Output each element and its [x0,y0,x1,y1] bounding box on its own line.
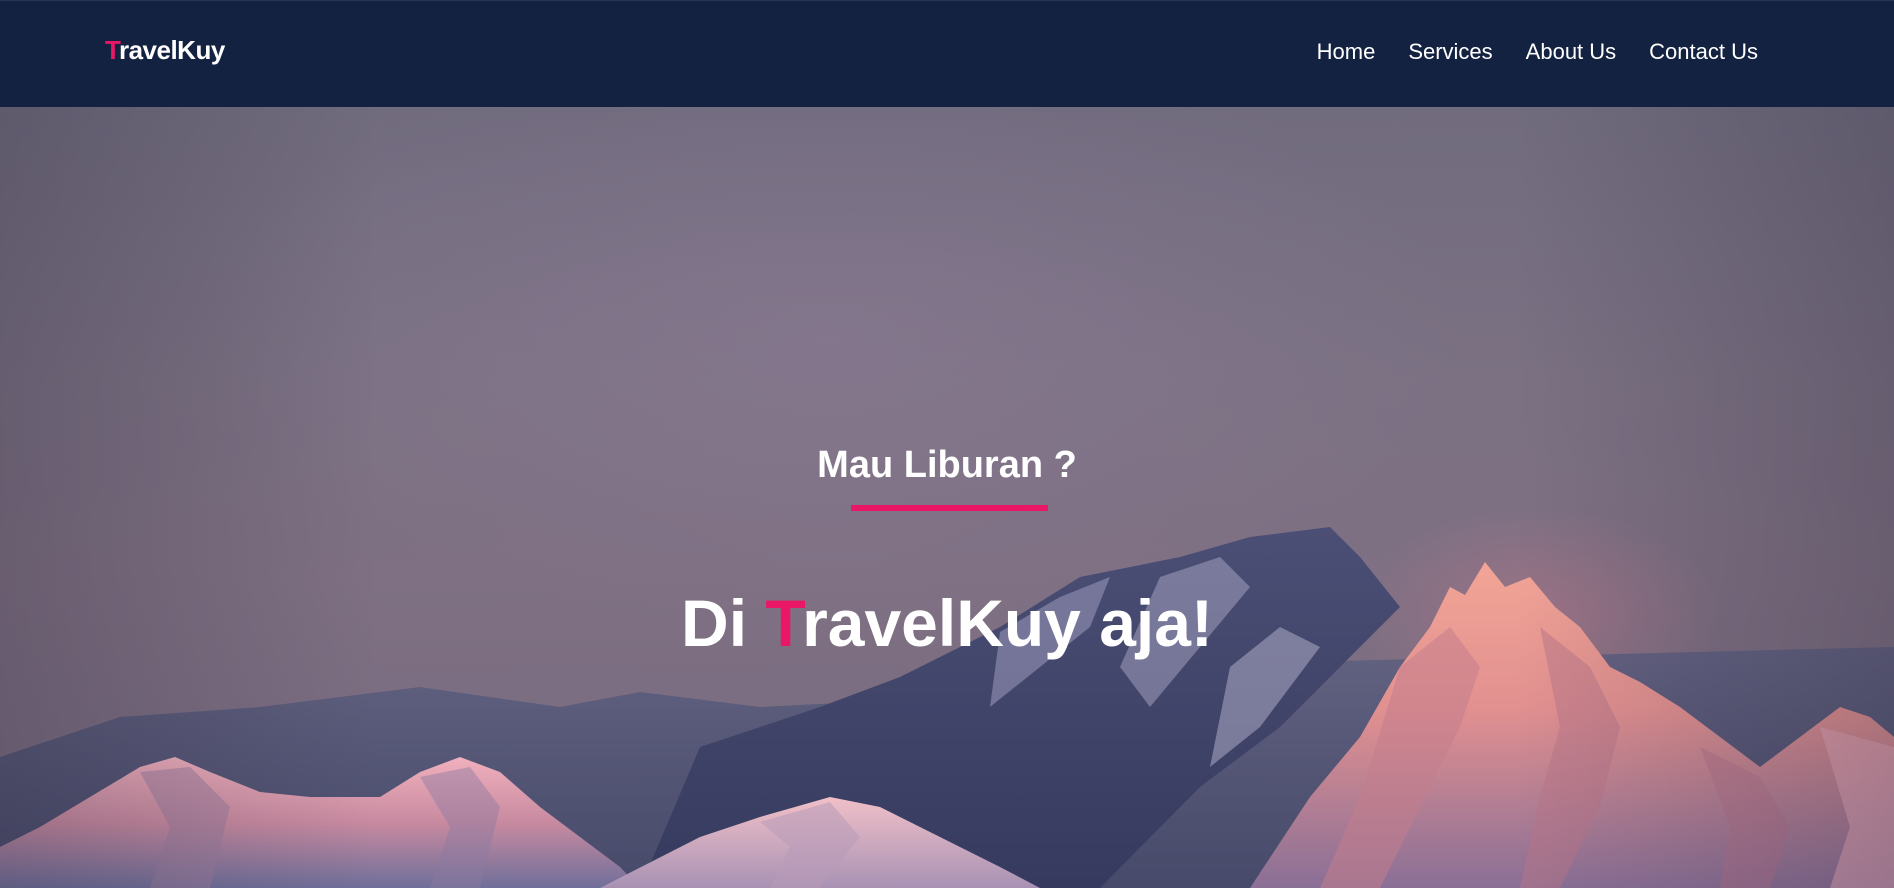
hero-subtitle: Mau Liburan ? [817,444,1077,486]
nav-menu: Home Services About Us Contact Us [1317,39,1758,65]
nav-link-home[interactable]: Home [1317,39,1376,65]
hero-title-prefix: Di [681,586,766,660]
hero-title: Di TravelKuy aja! [0,585,1894,661]
brand-initial: T [105,35,119,65]
hero-overlay [0,107,1894,888]
hero-title-suffix: ravelKuy aja! [802,586,1213,660]
subtitle-underline [851,505,1048,511]
nav-link-contact-us[interactable]: Contact Us [1649,39,1758,65]
brand-logo[interactable]: TravelKuy [105,35,225,66]
hero-title-accent: T [765,586,803,660]
nav-link-about-us[interactable]: About Us [1526,39,1617,65]
brand-name-rest: ravelKuy [118,35,225,65]
nav-link-services[interactable]: Services [1408,39,1492,65]
navbar: TravelKuy Home Services About Us Contact… [0,0,1894,107]
hero-section: Mau Liburan ? [0,107,1894,888]
